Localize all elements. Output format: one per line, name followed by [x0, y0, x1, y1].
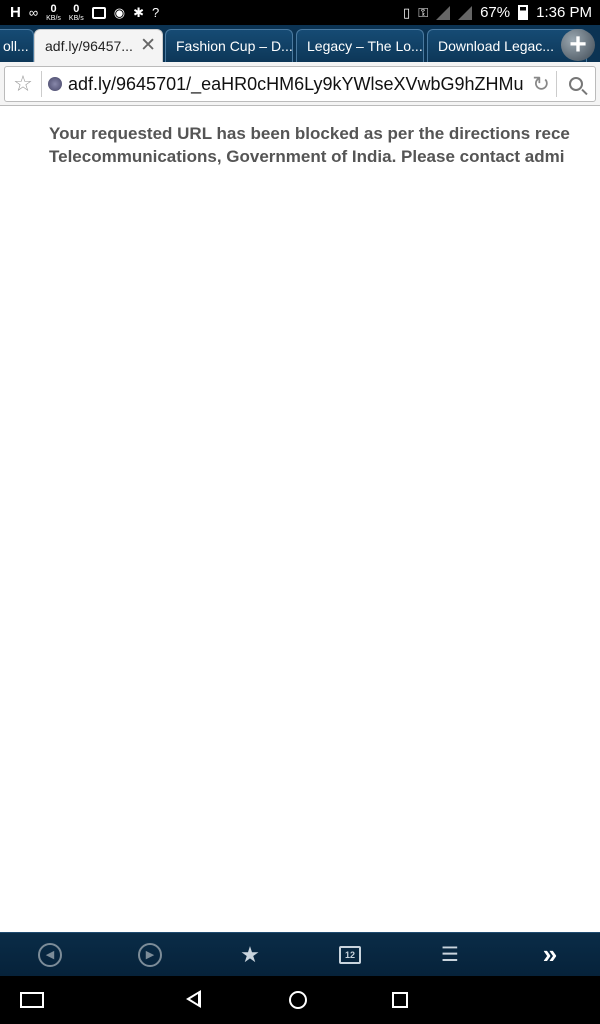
more-button[interactable]: » [500, 933, 600, 977]
gallery-icon [91, 6, 106, 19]
tab-0[interactable]: oll... [0, 29, 34, 62]
star-icon: ★ [240, 941, 260, 967]
blocked-message: Your requested URL has been blocked as p… [49, 122, 600, 168]
url-input[interactable]: adf.ly/9645701/_eaHR0cHM6Ly9kYWlseXVwbG9… [68, 74, 526, 95]
notification-icon: ∞ [28, 5, 39, 20]
site-globe-icon [48, 77, 62, 91]
back-arrow-icon: ◀ [38, 942, 62, 967]
tab-label: Fashion Cup – D... [176, 38, 293, 54]
signal-off-icon: ? [151, 5, 160, 20]
tab-strip: oll... adf.ly/96457... ✕ Fashion Cup – D… [0, 25, 600, 62]
tools-icon: ✱ [133, 5, 144, 20]
status-bar: H ∞ 0 KB/s 0 KB/s ◉ ✱ ? ▯ ⚿ 67% 1:36 PM [0, 0, 600, 25]
app-icon: ◉ [113, 5, 126, 20]
vpn-key-icon: ⚿ [418, 5, 429, 20]
tab-label: Download Legac... [438, 38, 554, 54]
status-left: H ∞ 0 KB/s 0 KB/s ◉ ✱ ? [0, 2, 160, 22]
back-button[interactable]: ◀ [0, 933, 100, 977]
tabs-button[interactable]: 12 [300, 933, 400, 977]
nav-back-button[interactable] [186, 990, 201, 1008]
forward-button[interactable]: ▶ [100, 933, 200, 977]
upload-speed: 0 KB/s [68, 2, 84, 22]
page-content: Your requested URL has been blocked as p… [0, 106, 600, 932]
double-chevron-right-icon: » [542, 939, 558, 969]
battery-icon [518, 5, 529, 20]
android-nav-bar [0, 976, 600, 1024]
signal-icon [436, 5, 451, 20]
browser-toolbar: ◀ ▶ ★ 12 ☰ » [0, 932, 600, 976]
tab-2[interactable]: Fashion Cup – D... [165, 29, 293, 62]
bookmarks-button[interactable]: ★ [200, 933, 300, 977]
clock: 1:36 PM [536, 4, 592, 21]
search-button[interactable] [557, 67, 595, 101]
screenshot-icon[interactable] [20, 992, 44, 1008]
tab-active[interactable]: adf.ly/96457... ✕ [34, 29, 163, 62]
tab-3[interactable]: Legacy – The Lo... [296, 29, 424, 62]
address-bar: ☆ adf.ly/9645701/_eaHR0cHM6Ly9kYWlseXVwb… [0, 62, 600, 106]
divider [41, 71, 42, 97]
signal-icon-2 [458, 5, 473, 20]
battery-percent: 67% [480, 4, 511, 21]
new-tab-button[interactable]: + [561, 28, 595, 61]
tab-label: oll... [3, 38, 29, 54]
nav-home-button[interactable] [289, 991, 307, 1009]
url-box: ☆ adf.ly/9645701/_eaHR0cHM6Ly9kYWlseXVwb… [4, 66, 596, 102]
bookmark-star-icon[interactable]: ☆ [5, 71, 41, 97]
menu-list-icon: ☰ [441, 944, 459, 966]
reload-icon[interactable]: ↻ [526, 72, 556, 97]
download-speed: 0 KB/s [46, 2, 61, 22]
search-icon [569, 77, 583, 91]
nav-recents-button[interactable] [392, 992, 408, 1008]
tab-label: adf.ly/96457... [45, 38, 133, 54]
message-line-2: Telecommunications, Government of India.… [49, 147, 565, 166]
message-line-1: Your requested URL has been blocked as p… [49, 124, 570, 143]
menu-button[interactable]: ☰ [400, 933, 500, 977]
tab-label: Legacy – The Lo... [307, 38, 423, 54]
close-icon[interactable]: ✕ [140, 36, 156, 55]
status-right: ▯ ⚿ 67% 1:36 PM [403, 4, 600, 21]
network-type: H [10, 4, 21, 21]
forward-arrow-icon: ▶ [138, 942, 162, 967]
tabs-icon: 12 [339, 945, 361, 964]
vibrate-icon: ▯ [403, 5, 411, 20]
